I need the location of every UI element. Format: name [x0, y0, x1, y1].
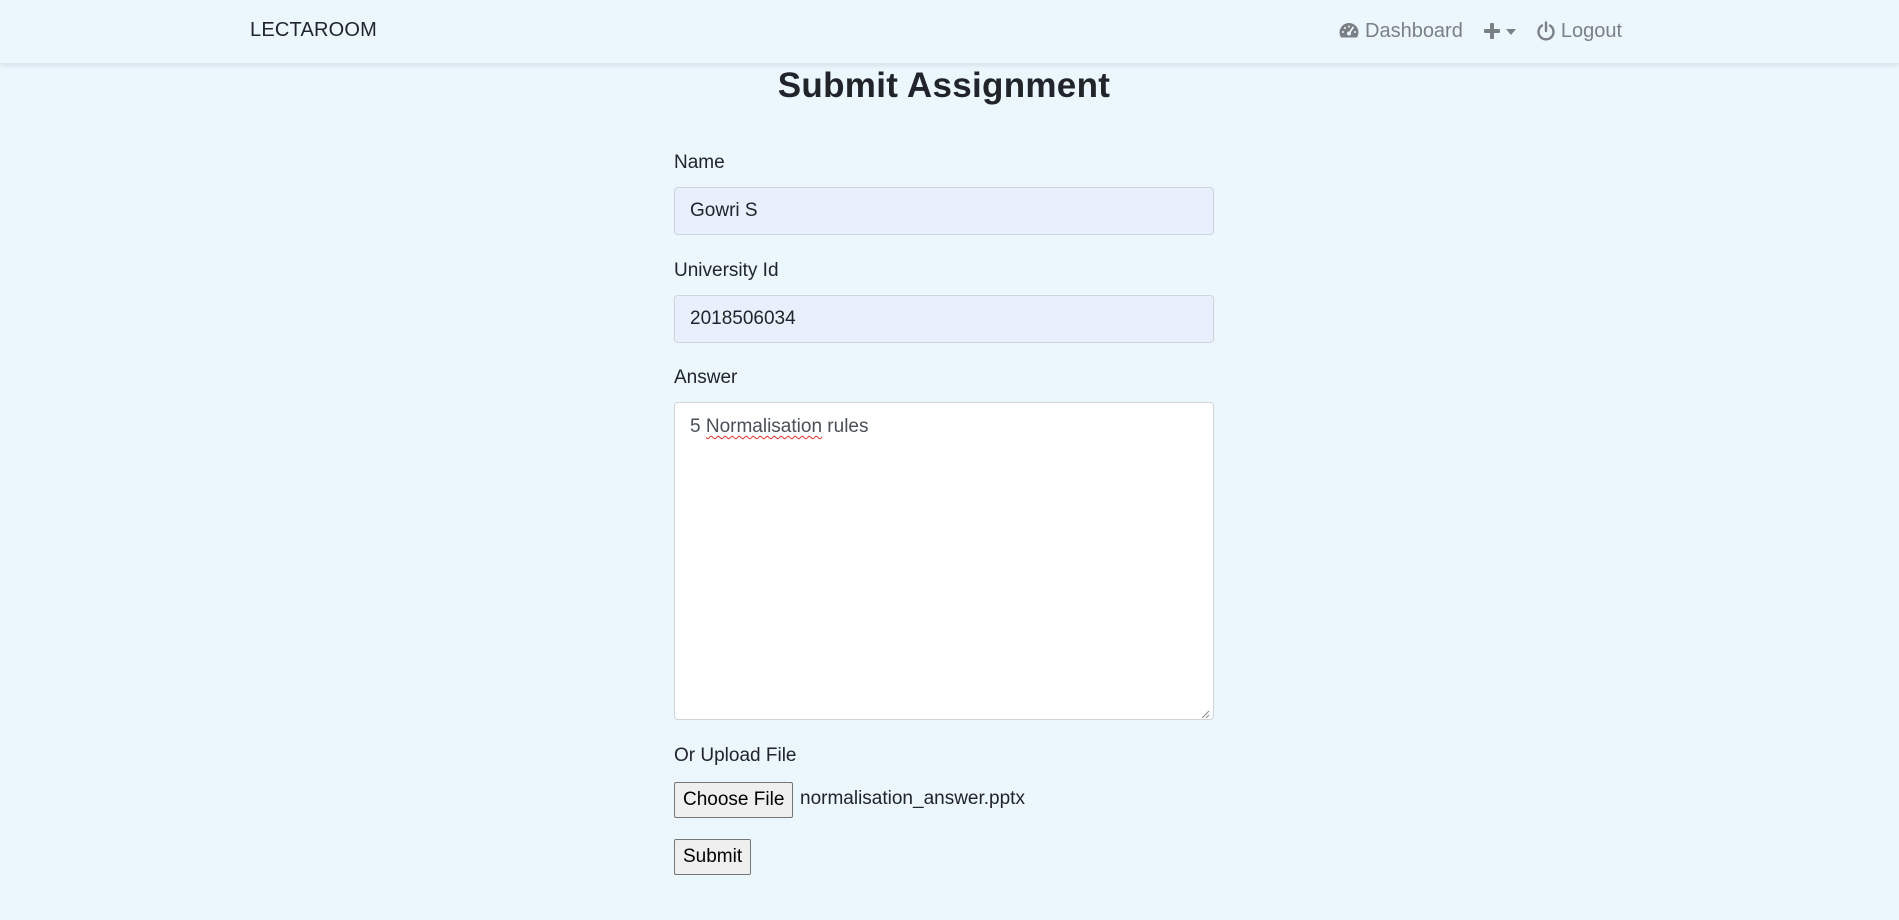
- logout-link[interactable]: Logout: [1536, 20, 1622, 43]
- answer-text-suffix: rules: [822, 416, 869, 437]
- create-dropdown[interactable]: [1483, 22, 1516, 40]
- answer-text-misspelled: Normalisation: [705, 416, 823, 437]
- logout-label: Logout: [1560, 19, 1623, 42]
- dashboard-link[interactable]: Dashboard: [1338, 20, 1463, 43]
- submit-button[interactable]: Submit: [674, 839, 752, 875]
- selected-file-name: normalisation_answer.pptx: [800, 788, 1025, 809]
- dashboard-gauge-icon: [1338, 21, 1365, 41]
- answer-text-prefix: 5: [690, 416, 706, 437]
- university-id-label: University Id: [674, 260, 779, 281]
- resize-handle-icon[interactable]: [1200, 706, 1210, 719]
- choose-file-button[interactable]: Choose File: [674, 782, 794, 818]
- page-title: Submit Assignment: [777, 66, 1111, 105]
- name-input[interactable]: [674, 187, 1214, 235]
- upload-file-label: Or Upload File: [674, 745, 797, 766]
- university-id-input[interactable]: [674, 295, 1214, 343]
- answer-label: Answer: [674, 367, 738, 388]
- answer-textarea[interactable]: 5 Normalisation rules: [674, 402, 1214, 720]
- navbar-actions: Dashboard Logout: [1338, 16, 1622, 46]
- dashboard-label: Dashboard: [1365, 19, 1463, 42]
- plus-icon: [1483, 22, 1501, 40]
- power-icon: [1536, 21, 1561, 41]
- name-label: Name: [674, 152, 725, 173]
- top-navbar: LECTAROOM Dashboard Logout: [0, 0, 1899, 64]
- chevron-down-icon: [1505, 29, 1516, 35]
- brand-logo[interactable]: LECTAROOM: [250, 19, 377, 42]
